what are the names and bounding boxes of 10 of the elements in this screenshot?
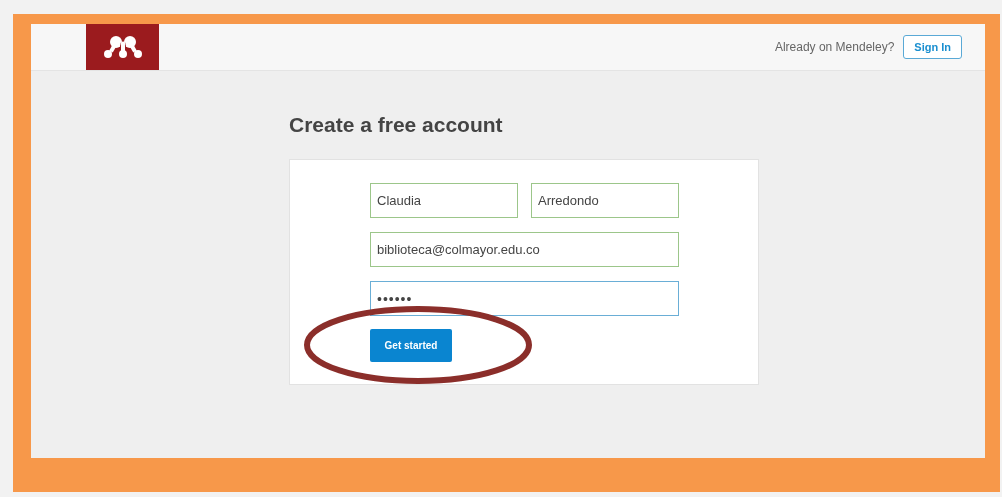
text-field[interactable]: biblioteca@colmayor.edu.co	[370, 232, 679, 267]
password-field[interactable]: ••••••	[370, 281, 679, 316]
sign-in-button[interactable]: Sign In	[903, 35, 962, 59]
molecule-logo-icon	[102, 34, 143, 60]
logo[interactable]	[86, 24, 159, 70]
text-field[interactable]: Arredondo	[531, 183, 679, 218]
sign-in-prompt: Already on Mendeley?	[774, 40, 895, 54]
get-started-button[interactable]: Get started	[370, 329, 452, 362]
page-heading: Create a free account	[289, 113, 504, 137]
text-field[interactable]: Claudia	[370, 183, 518, 218]
